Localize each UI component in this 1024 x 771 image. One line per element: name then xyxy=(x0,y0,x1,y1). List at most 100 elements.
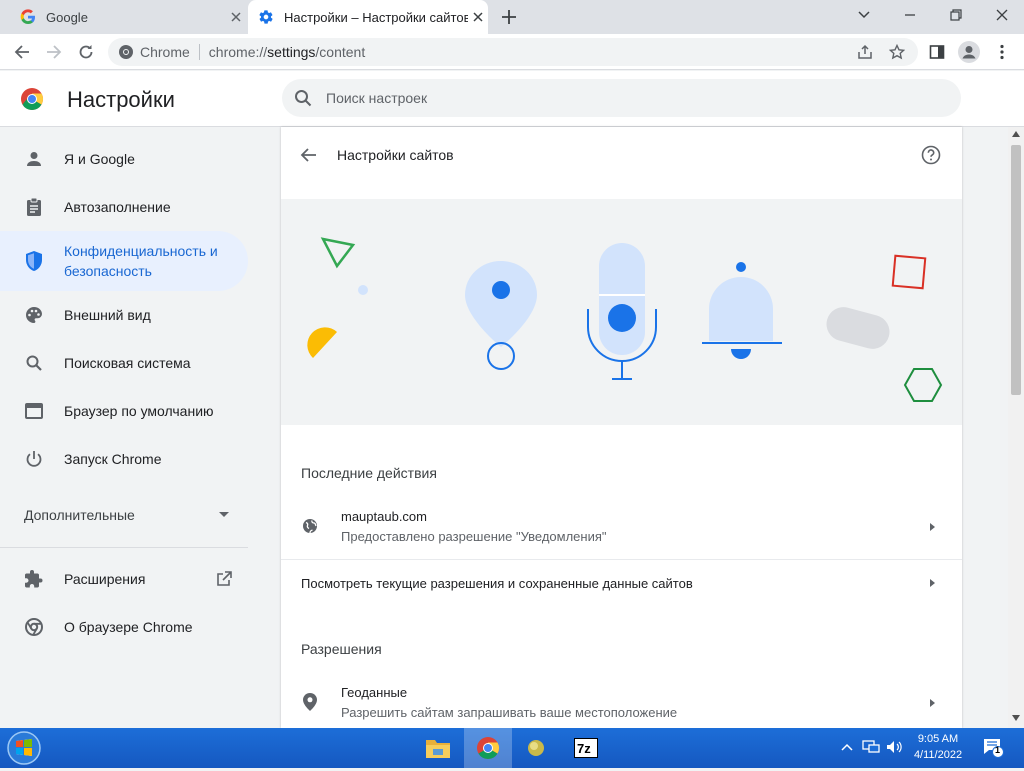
more-vert-icon xyxy=(1000,44,1004,60)
restore-icon xyxy=(950,9,962,21)
system-clock[interactable]: 9:05 AM 4/11/2022 xyxy=(906,731,970,763)
url-scheme: chrome:// xyxy=(208,44,268,60)
page-scrollbar[interactable] xyxy=(1008,127,1024,728)
recent-site-permission: Предоставлено разрешение "Уведомления" xyxy=(341,529,607,544)
network-tray-icon[interactable] xyxy=(862,738,880,756)
app-orb-icon xyxy=(528,740,544,756)
microphone-illustration xyxy=(587,243,657,380)
taskbar-chrome[interactable] xyxy=(464,728,512,768)
view-permissions-label: Посмотреть текущие разрешения и сохранен… xyxy=(301,576,693,591)
volume-tray-icon[interactable] xyxy=(886,738,904,756)
chevron-down-icon xyxy=(858,11,870,19)
shield-icon xyxy=(24,251,44,271)
folder-icon xyxy=(426,740,450,758)
sidebar-item-label: Браузер по умолчанию xyxy=(64,403,214,419)
sidebar-item-label: Автозаполнение xyxy=(64,199,171,215)
taskbar-file-explorer[interactable] xyxy=(414,728,462,768)
close-icon xyxy=(996,9,1008,21)
arrow-right-icon xyxy=(930,579,935,587)
sidebar-advanced-toggle[interactable]: Дополнительные xyxy=(0,495,248,535)
minimize-icon xyxy=(905,14,915,16)
sidebar-item-about-chrome[interactable]: О браузере Chrome xyxy=(0,607,248,647)
site-info-chip[interactable]: Chrome xyxy=(108,44,190,60)
chrome-logo-icon xyxy=(21,88,43,110)
sidebar-item-autofill[interactable]: Автозаполнение xyxy=(0,187,248,227)
decor-half-circle xyxy=(307,327,337,358)
clock-date: 4/11/2022 xyxy=(913,749,963,761)
chrome-logo-icon xyxy=(477,737,499,759)
tab-google[interactable]: Google xyxy=(8,0,246,34)
sidebar-item-label: Конфиденциальность и безопасность xyxy=(64,243,218,279)
decor-triangle xyxy=(320,237,356,269)
network-icon xyxy=(862,740,880,753)
taskbar-app-orb[interactable] xyxy=(512,728,560,768)
site-settings-illustration xyxy=(281,199,962,425)
recent-site-row[interactable]: mauptaub.com Предоставлено разрешение "У… xyxy=(281,497,962,559)
reload-button[interactable] xyxy=(74,40,98,64)
permissions-heading: Разрешения xyxy=(301,641,382,657)
sidebar-item-default-browser[interactable]: Браузер по умолчанию xyxy=(0,391,248,431)
decor-dot xyxy=(358,285,368,295)
scrollbar-thumb[interactable] xyxy=(1011,145,1021,395)
omnibox-divider xyxy=(198,44,200,60)
url-path: /content xyxy=(315,44,366,60)
decor-hexagon xyxy=(903,368,943,402)
puzzle-icon xyxy=(24,569,44,589)
url-text[interactable]: chrome://settings/content xyxy=(209,44,365,60)
sidebar-item-extensions[interactable]: Расширения xyxy=(0,559,248,599)
menu-button[interactable] xyxy=(990,40,1014,64)
close-tab-icon[interactable] xyxy=(226,7,246,27)
tab-search-button[interactable] xyxy=(852,5,876,25)
minimize-button[interactable] xyxy=(898,5,922,25)
scroll-up-icon[interactable] xyxy=(1012,131,1020,137)
decor-pill xyxy=(826,307,890,349)
sidebar-item-label: Внешний вид xyxy=(64,307,151,323)
tab-settings[interactable]: Настройки – Настройки сайтов xyxy=(248,0,488,34)
close-window-button[interactable] xyxy=(990,5,1014,25)
subpage-title: Настройки сайтов xyxy=(337,147,454,163)
clipboard-icon xyxy=(24,197,44,217)
side-panel-button[interactable] xyxy=(925,40,949,64)
forward-button[interactable] xyxy=(42,40,66,64)
settings-sidebar: Я и Google Автозаполнение Конфиденциальн… xyxy=(0,127,265,728)
taskbar-7zip[interactable]: 7z xyxy=(562,728,610,768)
help-icon[interactable] xyxy=(921,145,941,165)
action-center-button[interactable]: 1 xyxy=(982,736,1004,758)
scroll-down-icon[interactable] xyxy=(1012,715,1020,721)
chevron-up-icon xyxy=(841,743,853,751)
settings-header: Настройки Поиск настроек xyxy=(0,71,1024,127)
tab-title: Настройки – Настройки сайтов xyxy=(284,9,468,25)
close-tab-icon[interactable] xyxy=(468,7,488,27)
subpage-header: Настройки сайтов xyxy=(281,127,962,183)
sidebar-item-search-engine[interactable]: Поисковая система xyxy=(0,343,248,383)
restore-button[interactable] xyxy=(944,5,968,25)
sidebar-item-label: Запуск Chrome xyxy=(64,451,162,467)
sidebar-item-privacy[interactable]: Конфиденциальность и безопасность xyxy=(0,231,248,291)
new-tab-button[interactable] xyxy=(498,7,520,27)
search-icon xyxy=(24,353,44,373)
chrome-icon xyxy=(119,45,133,59)
share-button[interactable] xyxy=(853,40,877,64)
windows-taskbar: 7z 9:05 AM 4/11/2022 1 xyxy=(0,728,1024,768)
settings-search-field[interactable]: Поиск настроек xyxy=(282,79,961,117)
view-permissions-row[interactable]: Посмотреть текущие разрешения и сохранен… xyxy=(281,560,962,606)
windows-logo-icon xyxy=(7,731,41,765)
location-pin-icon xyxy=(301,693,319,711)
profile-button[interactable] xyxy=(957,40,981,64)
sidebar-item-label: О браузере Chrome xyxy=(64,619,193,635)
back-button[interactable] xyxy=(10,40,34,64)
bookmark-button[interactable] xyxy=(885,40,909,64)
start-button[interactable] xyxy=(4,730,44,766)
address-bar[interactable]: Chrome chrome://settings/content xyxy=(108,38,918,66)
back-arrow-icon[interactable] xyxy=(299,145,319,165)
notification-bell-illustration xyxy=(702,262,782,359)
sidebar-item-appearance[interactable]: Внешний вид xyxy=(0,295,248,335)
location-permission-row[interactable]: Геоданные Разрешить сайтам запрашивать в… xyxy=(281,673,962,735)
palette-icon xyxy=(24,305,44,325)
show-hidden-icons-button[interactable] xyxy=(838,738,856,756)
sidebar-item-on-startup[interactable]: Запуск Chrome xyxy=(0,439,248,479)
person-icon xyxy=(24,149,44,169)
sidebar-item-label: Расширения xyxy=(64,571,146,587)
sidebar-item-you-and-google[interactable]: Я и Google xyxy=(0,139,248,179)
location-description: Разрешить сайтам запрашивать ваше местоп… xyxy=(341,705,678,720)
